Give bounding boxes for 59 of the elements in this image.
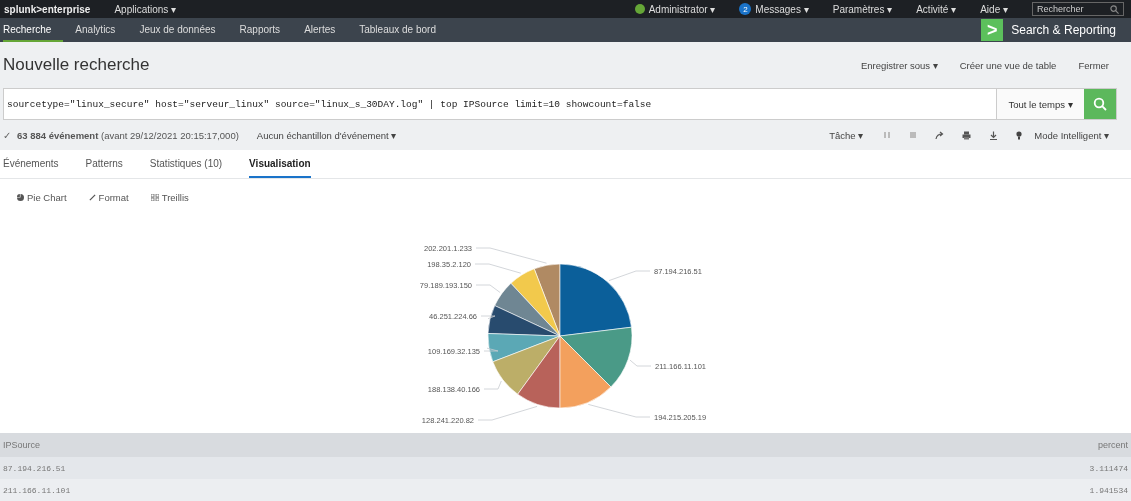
- grid-icon: [150, 193, 159, 201]
- pie-slice[interactable]: [492, 335, 561, 395]
- table-cell-text: 87.194.216.51: [3, 463, 67, 473]
- pie-slice[interactable]: [487, 333, 561, 363]
- pie-slice[interactable]: [559, 326, 633, 388]
- message-count-badge: 2: [739, 3, 752, 15]
- page-title: Nouvelle recherche: [3, 55, 150, 75]
- event-count: 63 884 événement (avant 29/12/2021 20:15:17,000): [17, 129, 239, 141]
- app-name[interactable]: Search & Reporting: [1011, 23, 1116, 37]
- leader-line: [629, 359, 652, 367]
- splunk-logo[interactable]: splunk>enterprise: [4, 3, 91, 15]
- pencil-icon: [88, 193, 96, 201]
- leader-line: [587, 404, 651, 418]
- leader-line: [483, 347, 499, 352]
- nav-tab[interactable]: Jeux de données: [139, 18, 228, 42]
- viz-control-button[interactable]: Treillis: [150, 190, 189, 204]
- top-menu[interactable]: Aide ▾: [980, 3, 1008, 15]
- leader-line: [477, 406, 538, 421]
- job-menu[interactable]: Tâche ▾: [829, 129, 864, 141]
- result-tab[interactable]: Événements: [3, 150, 59, 178]
- check-icon: ✓: [3, 129, 11, 141]
- search-icon: [1110, 4, 1119, 14]
- leader-line: [475, 284, 501, 293]
- result-tab[interactable]: Statistiques (10): [149, 150, 223, 178]
- pie-slice[interactable]: [517, 335, 561, 409]
- page-action-link[interactable]: Créer une vue de table: [959, 59, 1057, 71]
- bulb-icon: [1016, 130, 1023, 140]
- pie-slice[interactable]: [559, 263, 632, 337]
- download-icon[interactable]: [989, 130, 999, 140]
- leader-line: [480, 315, 496, 320]
- viz-control-button[interactable]: Pie Chart: [17, 190, 67, 204]
- leader-line: [483, 380, 502, 390]
- top-menu[interactable]: 2 Messages ▾: [739, 3, 809, 15]
- table-cell-text: 1.941534: [1088, 485, 1128, 495]
- share-icon[interactable]: [935, 130, 945, 140]
- result-tab[interactable]: Patterns: [85, 150, 123, 178]
- top-menu[interactable]: Paramètres ▾: [832, 3, 893, 15]
- applications-menu[interactable]: Applications ▾: [114, 3, 177, 15]
- nav-tab[interactable]: Alertes: [304, 18, 348, 42]
- user-icon: [634, 4, 645, 14]
- sampling-menu[interactable]: Aucun échantillon d'événement ▾: [256, 129, 397, 141]
- search-mode-menu[interactable]: Mode Intelligent ▾: [1034, 129, 1109, 141]
- pie-slice[interactable]: [487, 305, 561, 337]
- pie-icon: [17, 193, 24, 201]
- app-logo: >: [981, 19, 1004, 41]
- page-action-link[interactable]: Enregistrer sous ▾: [860, 59, 938, 71]
- table-cell-text: 3.111474: [1088, 463, 1128, 473]
- nav-tab[interactable]: Analytics: [75, 18, 128, 42]
- page-action-link[interactable]: Fermer: [1078, 59, 1109, 71]
- viz-control-button[interactable]: Format: [88, 190, 129, 204]
- print-icon[interactable]: [962, 130, 972, 140]
- top-menu[interactable]: Activité ▾: [916, 3, 957, 15]
- search-field[interactable]: Rechercher: [1032, 2, 1124, 16]
- pie-slice[interactable]: [494, 283, 561, 337]
- table-cell-text: 211.166.11.101: [3, 485, 72, 495]
- nav-tab[interactable]: Rapports: [239, 18, 293, 42]
- leader-line: [608, 270, 651, 281]
- top-menu[interactable]: Administrator ▾: [634, 3, 716, 15]
- nav-tab[interactable]: Tableaux de bord: [359, 18, 448, 42]
